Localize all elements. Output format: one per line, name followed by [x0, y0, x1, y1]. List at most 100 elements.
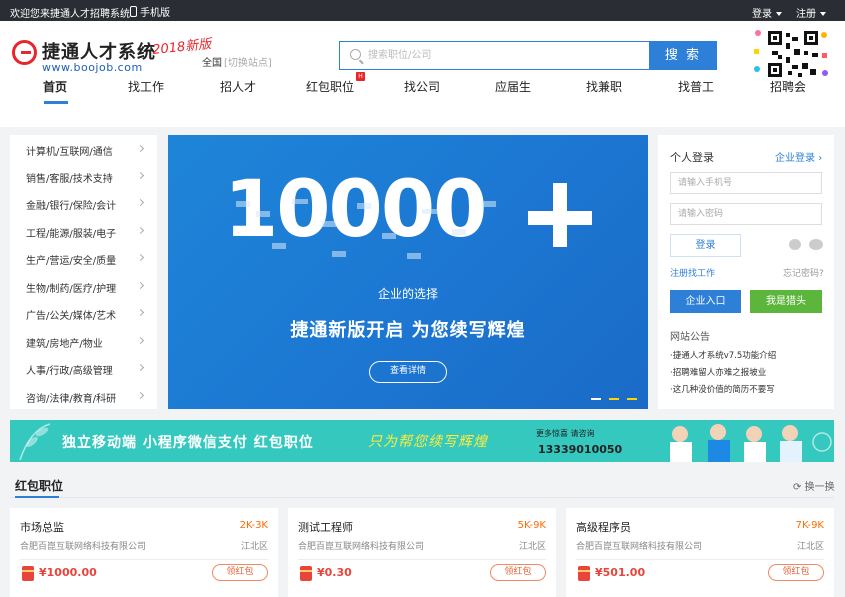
category-item[interactable]: 生产/营运/安全/质量: [26, 252, 116, 267]
job-area: 江北区: [518, 542, 546, 552]
phone-icon: [130, 6, 137, 17]
people-illustration: [670, 424, 832, 462]
view-details-button[interactable]: 查看详情: [369, 361, 447, 383]
job-title[interactable]: 市场总监: [20, 519, 64, 535]
claim-hongbao-button[interactable]: 领红包: [490, 564, 546, 581]
region-selector[interactable]: 全国 [切换站点]: [202, 54, 272, 69]
enterprise-login-label: 企业登录: [775, 153, 815, 164]
register-label: 注册: [796, 9, 816, 20]
company-name[interactable]: 合肥百崑互联网络科技有限公司: [20, 539, 146, 552]
section-title: 红包职位: [15, 479, 64, 493]
carousel-dot-active[interactable]: [609, 398, 619, 400]
refresh-button[interactable]: ⟳ 换一换: [793, 478, 835, 493]
login-button[interactable]: 登录: [670, 234, 741, 257]
register-link[interactable]: 注册找工作: [670, 266, 715, 279]
header: 捷通人才系统 2018新版 www.boojob.com 全国 [切换站点] 搜 …: [0, 21, 845, 127]
carousel-dot[interactable]: [591, 398, 601, 400]
headhunter-button[interactable]: 我是猎头: [750, 290, 822, 313]
notice-title: 网站公告: [670, 332, 710, 343]
notice-item[interactable]: ·捷通人才系统v7.5功能介绍: [670, 349, 776, 361]
region-switch[interactable]: [切换站点]: [224, 58, 272, 69]
category-item[interactable]: 广告/公关/媒体/艺术: [26, 307, 116, 322]
search-button[interactable]: 搜 索: [649, 41, 717, 70]
register-dropdown[interactable]: 注册: [796, 5, 826, 20]
ad-slogan-text: 只为帮您续写辉煌: [368, 434, 488, 450]
job-title[interactable]: 高级程序员: [576, 519, 631, 535]
red-envelope-icon: [22, 566, 34, 581]
job-title[interactable]: 测试工程师: [298, 519, 353, 535]
job-card[interactable]: 测试工程师 5K-9K 合肥百崑互联网络科技有限公司 江北区 ¥0.30 领红包: [288, 508, 556, 597]
nav-home[interactable]: 首页: [25, 78, 85, 95]
region-name: 全国: [202, 58, 222, 69]
card-divider: [576, 559, 824, 560]
company-name[interactable]: 合肥百崑互联网络科技有限公司: [298, 539, 424, 552]
chevron-right-icon: [136, 144, 145, 153]
hot-badge: H: [356, 72, 365, 81]
leaf-decoration: [19, 423, 51, 461]
job-card[interactable]: 市场总监 2K-3K 合肥百崑互联网络科技有限公司 江北区 ¥1000.00 领…: [10, 508, 278, 597]
category-item[interactable]: 建筑/房地产/物业: [26, 335, 103, 350]
login-dropdown[interactable]: 登录: [752, 5, 782, 20]
nav-part-time[interactable]: 找兼职: [574, 78, 634, 95]
nav-hongbao-jobs[interactable]: 红包职位: [300, 78, 360, 95]
chevron-right-icon: ›: [818, 153, 823, 164]
logo-e-icon: [12, 40, 37, 65]
nav-job-fair[interactable]: 招聘会: [758, 78, 818, 95]
hero-banner[interactable]: 10000 企业的选择 捷通新版开启 为您续写辉煌 查看详情: [168, 135, 648, 409]
category-item[interactable]: 金融/银行/保险/会计: [26, 197, 116, 212]
qq-icon[interactable]: [789, 239, 801, 250]
card-divider: [298, 559, 546, 560]
logo-url: www.boojob.com: [42, 61, 143, 74]
chevron-right-icon: [136, 391, 145, 400]
refresh-label: 换一换: [804, 482, 835, 493]
company-name[interactable]: 合肥百崑互联网络科技有限公司: [576, 539, 702, 552]
job-card[interactable]: 高级程序员 7K-9K 合肥百崑互联网络科技有限公司 江北区 ¥501.00 领…: [566, 508, 834, 597]
nav-recruit[interactable]: 招人才: [208, 78, 268, 95]
enterprise-entry-button[interactable]: 企业入口: [670, 290, 741, 313]
nav-active-indicator: [44, 101, 68, 104]
category-item[interactable]: 计算机/互联网/通信: [26, 143, 113, 158]
category-item[interactable]: 销售/客服/技术支持: [26, 170, 113, 185]
site-logo[interactable]: 捷通人才系统 2018新版 www.boojob.com: [12, 37, 212, 78]
category-item[interactable]: 生物/制药/医疗/护理: [26, 280, 116, 295]
login-label: 登录: [752, 9, 772, 20]
card-divider: [20, 559, 268, 560]
category-item[interactable]: 工程/能源/服装/电子: [26, 225, 116, 240]
job-salary: 5K-9K: [517, 520, 546, 531]
notice-item[interactable]: ·招聘难留人亦难之报坡业: [670, 366, 766, 378]
password-input[interactable]: [670, 203, 822, 225]
hongbao-amount: ¥501.00: [595, 566, 646, 579]
ad-features-text: 独立移动端 小程序微信支付 红包职位: [62, 435, 314, 451]
search-box: [339, 41, 650, 70]
qr-code-icon[interactable]: [766, 29, 820, 79]
chevron-right-icon: [136, 226, 145, 235]
nav-general-labor[interactable]: 找普工: [666, 78, 726, 95]
forgot-password-link[interactable]: 忘记密码?: [783, 266, 824, 279]
carousel-dot[interactable]: [627, 398, 637, 400]
chevron-right-icon: [136, 198, 145, 207]
enterprise-login-link[interactable]: 企业登录 ›: [775, 149, 822, 164]
notice-item[interactable]: ·这几种没价值的简历不要写: [670, 383, 775, 395]
nav-companies[interactable]: 找公司: [392, 78, 452, 95]
category-item[interactable]: 咨询/法律/教育/科研: [26, 390, 116, 405]
hongbao-amount: ¥0.30: [317, 566, 352, 579]
job-area: 江北区: [796, 542, 824, 552]
mobile-link[interactable]: 手机版: [130, 4, 170, 19]
hongbao-amount: ¥1000.00: [39, 566, 97, 579]
chevron-right-icon: [136, 308, 145, 317]
ad-phone-number: 13339010050: [538, 443, 623, 456]
top-bar: 欢迎您来捷通人才招聘系统 手机版 登录 注册: [0, 0, 845, 21]
nav-find-job[interactable]: 找工作: [116, 78, 176, 95]
claim-hongbao-button[interactable]: 领红包: [212, 564, 268, 581]
phone-input[interactable]: [670, 172, 822, 194]
ad-banner[interactable]: 独立移动端 小程序微信支付 红包职位 只为帮您续写辉煌 更多惊喜 请咨询 133…: [10, 420, 834, 462]
banner-tagline: 企业的选择: [377, 287, 438, 301]
personal-login-title: 个人登录: [670, 151, 714, 164]
nav-graduates[interactable]: 应届生: [483, 78, 543, 95]
job-area: 江北区: [240, 542, 268, 552]
claim-hongbao-button[interactable]: 领红包: [768, 564, 824, 581]
category-item[interactable]: 人事/行政/高级管理: [26, 362, 113, 377]
search-input[interactable]: [368, 42, 638, 68]
wechat-icon[interactable]: [809, 239, 823, 250]
ad-contact-text: 更多惊喜 请咨询: [536, 429, 595, 438]
